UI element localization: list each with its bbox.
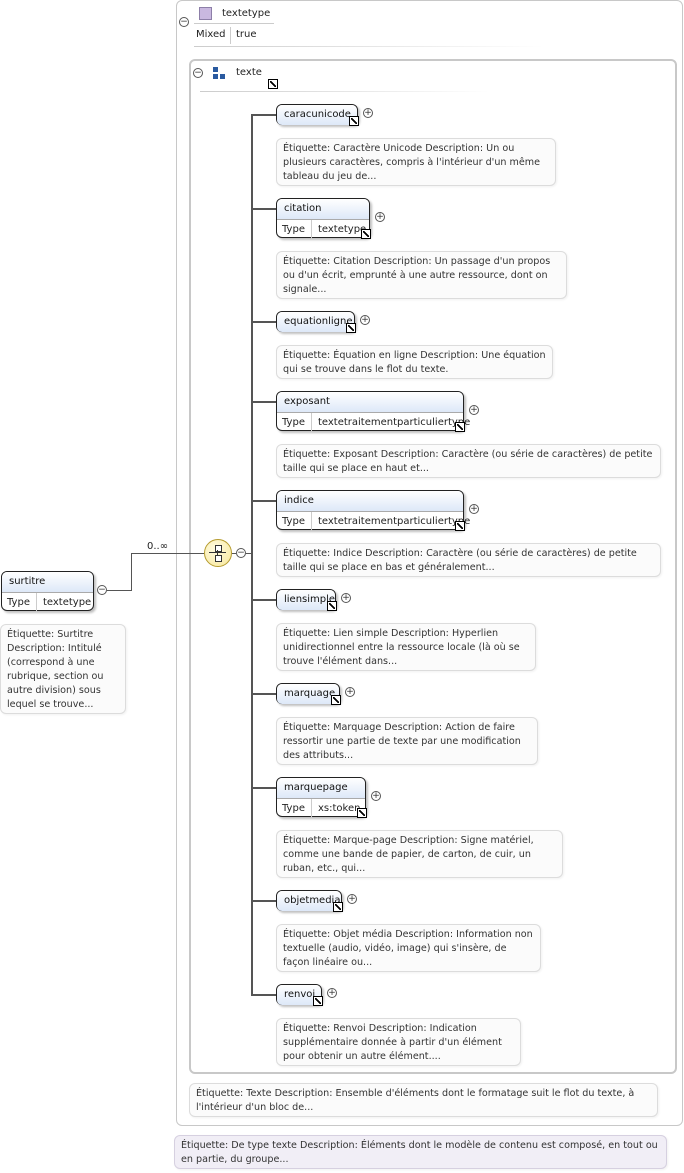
type-key: Type	[2, 593, 37, 612]
element-name: indice	[277, 491, 463, 511]
type-value: textetype	[42, 597, 92, 608]
annotation-citation: Étiquette: Citation Description: Un pass…	[276, 251, 567, 299]
element-indice[interactable]: indice Type textetraitementparticuliertype	[276, 490, 470, 531]
branch-connector	[251, 321, 276, 323]
group-icon	[213, 67, 227, 81]
element-equationligne[interactable]: equationligne	[276, 311, 355, 332]
branch-connector	[251, 500, 276, 502]
mixed-key: Mixed	[196, 29, 226, 40]
element-caracunicode[interactable]: caracunicode	[276, 104, 358, 125]
annotation-caracunicode: Étiquette: Caractère Unicode Description…	[276, 138, 556, 186]
choice-spine	[251, 114, 253, 994]
type-key: Type	[277, 512, 312, 531]
attr-underline	[194, 46, 544, 47]
link-arrow-icon[interactable]	[327, 601, 337, 611]
branch-connector	[251, 114, 276, 116]
branch-connector	[251, 900, 276, 902]
choice-compositor-icon[interactable]	[204, 539, 232, 567]
type-icon	[199, 7, 212, 20]
annotation-texte: Étiquette: Texte Description: Ensemble d…	[189, 1083, 658, 1117]
expand-icon[interactable]: +	[360, 315, 370, 325]
element-name: surtitre	[2, 572, 93, 592]
annotation-surtitre: Étiquette: Surtitre Description: Intitul…	[0, 624, 126, 714]
connector	[107, 590, 132, 591]
group-underline	[200, 91, 490, 92]
link-arrow-icon[interactable]	[313, 996, 323, 1006]
element-exposant[interactable]: exposant Type textetraitementparticulierty…	[276, 391, 470, 432]
type-underline	[194, 23, 274, 24]
annotation-marquage: Étiquette: Marquage Description: Action …	[276, 717, 538, 765]
element-name: marquage	[277, 684, 339, 704]
group-name: texte	[236, 67, 262, 78]
branch-connector	[251, 693, 276, 695]
annotation-marquepage: Étiquette: Marque-page Description: Sign…	[276, 830, 563, 878]
link-arrow-icon[interactable]	[333, 902, 343, 912]
link-arrow-icon[interactable]	[349, 116, 359, 126]
type-value: xs:token	[317, 803, 361, 814]
element-name: equationligne	[277, 312, 354, 332]
expand-icon[interactable]: +	[345, 687, 355, 697]
expand-icon[interactable]: +	[341, 593, 351, 603]
type-value: textetraitementparticuliertype	[317, 417, 471, 428]
branch-connector	[251, 787, 276, 789]
type-value: textetype	[317, 224, 367, 235]
collapse-icon[interactable]: −	[236, 548, 246, 558]
link-arrow-icon[interactable]	[357, 808, 367, 818]
type-key: Type	[277, 799, 312, 818]
attr-divider	[230, 27, 231, 44]
element-marquepage[interactable]: marquepage Type xs:token	[276, 777, 366, 818]
expand-icon[interactable]: +	[347, 894, 357, 904]
collapse-icon[interactable]: −	[97, 585, 107, 595]
annotation-liensimple: Étiquette: Lien simple Description: Hype…	[276, 623, 536, 671]
link-arrow-icon[interactable]	[455, 521, 465, 531]
link-arrow-icon[interactable]	[331, 695, 341, 705]
element-name: caracunicode	[277, 105, 357, 125]
link-arrow-icon[interactable]	[268, 79, 278, 89]
type-key: Type	[277, 413, 312, 432]
connector	[131, 553, 132, 591]
annotation-indice: Étiquette: Indice Description: Caractère…	[276, 543, 661, 577]
expand-icon[interactable]: +	[363, 108, 373, 118]
branch-connector	[251, 208, 276, 210]
expand-icon[interactable]: +	[327, 988, 337, 998]
link-arrow-icon[interactable]	[455, 422, 465, 432]
branch-connector	[251, 401, 276, 403]
connector	[131, 553, 204, 554]
collapse-icon[interactable]: −	[193, 68, 203, 78]
element-name: objetmedia	[277, 891, 341, 911]
annotation-exposant: Étiquette: Exposant Description: Caractè…	[276, 444, 661, 478]
element-citation[interactable]: citation Type textetype	[276, 198, 370, 239]
type-name: textetype	[222, 8, 271, 19]
type-key: Type	[277, 220, 312, 239]
link-arrow-icon[interactable]	[346, 323, 356, 333]
annotation-equationligne: Étiquette: Équation en ligne Description…	[276, 345, 553, 379]
mixed-value: true	[236, 29, 257, 40]
expand-icon[interactable]: +	[469, 405, 479, 415]
element-name: marquepage	[277, 778, 365, 798]
annotation-renvoi: Étiquette: Renvoi Description: Indicatio…	[276, 1018, 521, 1066]
branch-connector	[251, 599, 276, 601]
expand-icon[interactable]: +	[469, 504, 479, 514]
element-name: citation	[277, 199, 369, 219]
link-arrow-icon[interactable]	[361, 229, 371, 239]
expand-icon[interactable]: +	[371, 791, 381, 801]
element-surtitre[interactable]: surtitre Type textetype	[1, 571, 94, 612]
annotation-textetype: Étiquette: De type texte Description: Él…	[174, 1135, 667, 1169]
expand-icon[interactable]: +	[375, 212, 385, 222]
element-name: exposant	[277, 392, 463, 412]
cardinality-label: 0..∞	[147, 541, 169, 552]
annotation-objetmedia: Étiquette: Objet média Description: Info…	[276, 924, 541, 972]
collapse-icon[interactable]: −	[179, 17, 189, 27]
type-value: textetraitementparticuliertype	[317, 516, 471, 527]
branch-connector	[251, 994, 276, 996]
